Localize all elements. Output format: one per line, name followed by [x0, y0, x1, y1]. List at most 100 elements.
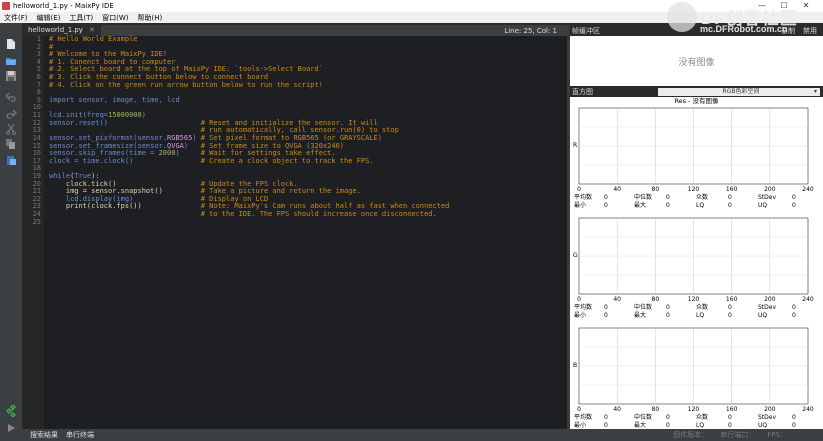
status-bar: 搜索结果 串行终端 固件版本： 串行端口： FPS： — [22, 429, 823, 441]
stats-row: 平均数 0 中位数 0 众数 0 StDev 0 — [570, 414, 823, 422]
code-line[interactable] — [49, 165, 449, 173]
stat-value: 0 — [604, 414, 608, 421]
colorspace-select[interactable]: RGB色彩空间 — [658, 88, 820, 96]
stat-value: 0 — [666, 304, 670, 311]
stat-value: 0 — [604, 202, 608, 209]
x-tick-label: 240 — [802, 406, 814, 413]
connect-icon[interactable] — [5, 405, 17, 417]
channel-axis-label: G — [573, 252, 578, 259]
x-tick-label: 40 — [613, 296, 621, 303]
code-editor[interactable]: 1 2 3 4 5 6 7 8 9 10 11 12 13 14 15 16 17 18 19 20 21 22 23 24 2… — [22, 35, 567, 429]
stat-label: 平均数 — [574, 304, 593, 311]
line-number: 25 — [32, 217, 41, 226]
frame-buffer-view: 没有图像 — [570, 36, 823, 86]
stat-label: 众数 — [696, 414, 709, 421]
copy-icon[interactable] — [5, 138, 17, 150]
stat-label: 众数 — [696, 194, 709, 201]
menu-help[interactable]: 帮助(H) — [138, 13, 163, 23]
code-line[interactable] — [49, 219, 449, 227]
stat-label: StDev — [758, 414, 777, 421]
watermark-url: mc.DFRobot.com.cn — [700, 24, 788, 34]
code-token: # to the IDE. The FPS should increase on… — [49, 210, 437, 219]
code-line[interactable]: # to the IDE. The FPS should increase on… — [49, 210, 449, 219]
line-number-gutter: 1 2 3 4 5 6 7 8 9 10 11 12 13 14 15 16 17 18 19 20 21 22 23 24 2… — [22, 35, 44, 429]
code-token: sensor, image, time, lcd — [78, 95, 180, 104]
stat-value: 0 — [792, 202, 796, 209]
stat-label: LQ — [696, 312, 705, 319]
stat-label: 最大 — [634, 312, 647, 319]
stats-row: 最小 0 最大 0 LQ 0 UQ 0 — [570, 202, 823, 210]
undo-icon[interactable] — [5, 90, 17, 102]
serial-terminal-tab[interactable]: 串行终端 — [66, 430, 94, 440]
menu-file[interactable]: 文件(F) — [4, 13, 28, 23]
x-tick-label: 40 — [613, 186, 621, 193]
histogram-plot — [578, 217, 809, 295]
histogram-title: Res - 没有图像 — [674, 97, 719, 105]
channel-stats: 平均数 0 中位数 0 众数 0 StDev 0 最小 0 最大 0 LQ 0 UQ 0 — [570, 304, 823, 320]
code-area[interactable]: # Hello World Example # # Welcome to the M… — [49, 35, 449, 227]
code-token: # 4. Click on the green run arrow button… — [49, 80, 323, 89]
stat-value: 0 — [604, 312, 608, 319]
paste-icon[interactable] — [5, 154, 17, 166]
histogram-g: G 0 40 80 120 160 200 240 平均数 0 中位数 0 众数 0 StDev 0 最小 0 最大… — [570, 216, 823, 322]
redo-icon[interactable] — [5, 107, 17, 119]
code-line[interactable]: clock = time.clock() # Create a clock ob… — [49, 157, 449, 166]
histogram-b: B 0 40 80 120 160 200 240 平均数 0 中位数 0 众数 0 StDev 0 最小 0 最大… — [570, 326, 823, 432]
x-tick-label: 200 — [764, 186, 776, 193]
histogram-label: 直方图 — [572, 88, 593, 96]
cut-icon[interactable] — [5, 123, 17, 135]
stat-label: 众数 — [696, 304, 709, 311]
serial-port-label: 串行端口： — [720, 431, 756, 439]
x-tick-label: 0 — [577, 406, 581, 413]
window-title: helloworld_1.py - MaixPy IDE — [13, 2, 114, 10]
stat-value: 0 — [792, 312, 796, 319]
x-tick-label: 240 — [802, 186, 814, 193]
x-tick-label: 240 — [802, 296, 814, 303]
stat-label: 平均数 — [574, 414, 593, 421]
open-folder-icon[interactable] — [5, 55, 17, 67]
code-line[interactable]: import sensor, image, time, lcd — [49, 95, 449, 105]
x-tick-label: 80 — [651, 186, 660, 193]
stat-label: 中位数 — [634, 194, 653, 201]
menu-tools[interactable]: 工具(T) — [69, 13, 93, 23]
x-tick-label: 200 — [764, 406, 776, 413]
firmware-version-label: 固件版本： — [673, 431, 709, 439]
search-results-tab[interactable]: 搜索结果 — [30, 430, 58, 440]
x-tick-label: 200 — [764, 296, 776, 303]
menu-edit[interactable]: 编辑(E) — [37, 13, 61, 23]
x-tick-row: 0 40 80 120 160 200 240 — [570, 296, 823, 304]
stat-label: UQ — [758, 312, 768, 319]
side-toolbar — [0, 23, 22, 441]
code-token: # Hello World Example — [49, 35, 138, 43]
stat-value: 0 — [792, 304, 796, 311]
watermark-logo — [667, 2, 697, 32]
run-icon[interactable] — [5, 422, 17, 434]
app-icon — [2, 2, 10, 10]
code-token: import — [49, 95, 79, 104]
stat-value: 0 — [604, 304, 608, 311]
menu-window[interactable]: 窗口(W) — [102, 13, 128, 23]
watermark: DF创客社区 mc.DFRobot.com.cn — [667, 2, 817, 36]
stat-label: 中位数 — [634, 414, 653, 421]
x-tick-label: 80 — [651, 406, 660, 413]
no-image-text: 没有图像 — [678, 57, 715, 68]
x-tick-label: 40 — [613, 406, 621, 413]
fps-label: FPS： — [767, 431, 787, 439]
stat-value: 0 — [792, 414, 796, 421]
stat-value: 0 — [728, 414, 732, 421]
x-tick-label: 120 — [687, 406, 700, 413]
stat-label: 最小 — [574, 312, 587, 319]
stat-label: LQ — [696, 202, 705, 209]
code-line[interactable]: # Hello World Example — [49, 35, 449, 44]
stat-value: 0 — [728, 312, 732, 319]
code-line[interactable]: # 4. Click on the green run arrow button… — [49, 80, 449, 90]
new-file-icon[interactable] — [5, 38, 17, 50]
save-icon[interactable] — [5, 70, 17, 82]
stat-label: StDev — [758, 304, 777, 311]
stat-value: 0 — [728, 194, 732, 201]
x-tick-label: 0 — [577, 186, 581, 193]
stats-row: 最小 0 最大 0 LQ 0 UQ 0 — [570, 312, 823, 320]
x-tick-label: 160 — [725, 296, 738, 303]
x-tick-label: 120 — [687, 186, 700, 193]
cursor-position: Line: 25, Col: 1 — [504, 26, 557, 35]
